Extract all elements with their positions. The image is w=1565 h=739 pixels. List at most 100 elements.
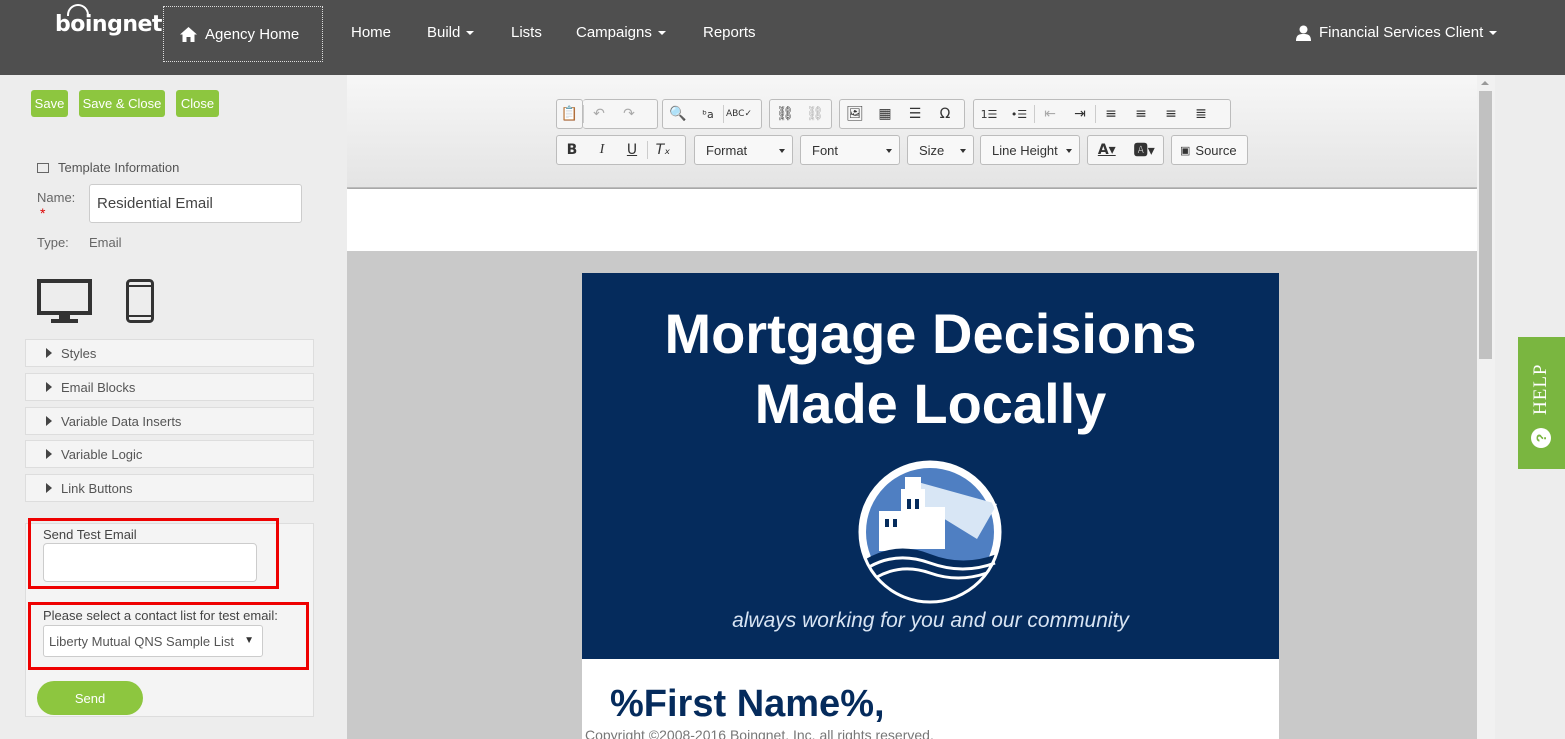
image-icon [37, 162, 49, 173]
find-group: 🔍 ᵇa ABC✓ [662, 99, 762, 129]
agency-home-label: Agency Home [205, 25, 300, 43]
nav-lists[interactable]: Lists [511, 24, 542, 41]
indent-icon[interactable]: ⇥ [1065, 100, 1095, 128]
accordion-variable-logic[interactable]: Variable Logic [25, 440, 314, 468]
name-label: Name: [37, 190, 76, 205]
test-email-input[interactable] [43, 543, 257, 582]
save-close-button[interactable]: Save & Close [79, 90, 165, 117]
justify-icon[interactable]: ≣ [1186, 100, 1216, 128]
email-banner: Mortgage Decisions Made Locally always w… [582, 273, 1279, 659]
line-height-dropdown[interactable]: Line Height [980, 135, 1080, 165]
template-info-heading: Template Information [37, 160, 179, 175]
close-button[interactable]: Close [176, 90, 219, 117]
agency-home-link[interactable]: Agency Home [163, 6, 323, 62]
italic-button[interactable]: I [587, 136, 617, 164]
paste-word-icon[interactable]: 📋 [557, 100, 582, 128]
user-menu[interactable]: Financial Services Client [1296, 24, 1498, 41]
horizontal-rule-icon[interactable]: ☰ [900, 100, 930, 128]
scrollbar-thumb[interactable] [1479, 91, 1492, 359]
underline-button[interactable]: U [617, 136, 647, 164]
desktop-view-icon[interactable] [37, 279, 92, 323]
email-greeting: %First Name%, [610, 683, 885, 725]
email-tagline: always working for you and our community [732, 609, 1129, 632]
paragraph-group: 1☰ •☰ ⇤ ⇥ ≡ ≡ ≡ ≣ [973, 99, 1231, 129]
link-icon[interactable]: ⛓ [770, 100, 800, 128]
editor-toolbar: 📋 ↶ ↷ 🔍 ᵇa ABC✓ ⛓ ⛓ 🖼 ▦ ☰ Ω 1☰ •☰ ⇤ ⇥ ≡ … [347, 75, 1477, 188]
table-icon[interactable]: ▦ [870, 100, 900, 128]
caret-right-icon [46, 416, 52, 426]
scroll-up-icon[interactable] [1481, 81, 1489, 85]
accordion-variable-data-inserts[interactable]: Variable Data Inserts [25, 407, 314, 435]
caret-right-icon [46, 449, 52, 459]
left-panel: Save Save & Close Close Template Informa… [0, 75, 347, 739]
caret-down-icon [1489, 30, 1498, 35]
nav-campaigns[interactable]: Campaigns [576, 24, 666, 41]
caret-down-icon [466, 30, 475, 35]
help-tab[interactable]: HELP ? [1518, 337, 1565, 469]
align-center-icon[interactable]: ≡ [1126, 100, 1156, 128]
paste-group: 📋 [556, 99, 583, 129]
caret-right-icon [46, 483, 52, 493]
size-dropdown[interactable]: Size [907, 135, 974, 165]
copyright-text: Copyright ©2008-2016 Boingnet, Inc. all … [585, 727, 934, 739]
undo-icon[interactable]: ↶ [584, 100, 614, 128]
basic-styles-group: B I U Tₓ [556, 135, 686, 165]
accordion-styles[interactable]: Styles [25, 339, 314, 367]
align-left-icon[interactable]: ≡ [1096, 100, 1126, 128]
contact-list-select[interactable]: Liberty Mutual QNS Sample List ▼ [43, 625, 263, 657]
help-label: HELP [1530, 363, 1551, 416]
text-color-icon[interactable]: A▾ [1088, 136, 1126, 164]
accordion-link-buttons[interactable]: Link Buttons [25, 474, 314, 502]
editor-scrollbar[interactable] [1477, 75, 1495, 739]
nav-reports[interactable]: Reports [703, 24, 756, 41]
font-dropdown[interactable]: Font [800, 135, 900, 165]
mobile-view-icon[interactable] [126, 279, 154, 323]
email-preview: Mortgage Decisions Made Locally always w… [582, 273, 1279, 739]
align-right-icon[interactable]: ≡ [1156, 100, 1186, 128]
lighthouse-logo [858, 460, 1002, 605]
email-editor: 📋 ↶ ↷ 🔍 ᵇa ABC✓ ⛓ ⛓ 🖼 ▦ ☰ Ω 1☰ •☰ ⇤ ⇥ ≡ … [347, 75, 1477, 739]
caret-right-icon [46, 348, 52, 358]
save-button[interactable]: Save [31, 90, 68, 117]
unlink-icon[interactable]: ⛓ [800, 100, 830, 128]
remove-format-icon[interactable]: Tₓ [648, 136, 678, 164]
top-navbar: boingnet Agency Home Home Build Lists Ca… [0, 0, 1565, 75]
type-label: Type: [37, 235, 69, 250]
contact-list-label: Please select a contact list for test em… [43, 608, 278, 623]
user-icon [1296, 25, 1311, 41]
bulleted-list-icon[interactable]: •☰ [1004, 100, 1034, 128]
email-headline: Mortgage Decisions Made Locally [664, 302, 1197, 435]
template-name-input[interactable]: Residential Email [89, 184, 302, 223]
dropdown-arrow-icon: ▼ [244, 635, 254, 646]
spellcheck-icon[interactable]: ABC✓ [724, 100, 754, 128]
bold-button[interactable]: B [557, 136, 587, 164]
image-insert-icon[interactable]: 🖼 [840, 100, 870, 128]
caret-right-icon [46, 382, 52, 392]
find-icon[interactable]: 🔍 [663, 100, 693, 128]
redo-icon[interactable]: ↷ [614, 100, 644, 128]
numbered-list-icon[interactable]: 1☰ [974, 100, 1004, 128]
source-icon: ▣ [1180, 144, 1191, 157]
send-button[interactable]: Send [37, 681, 143, 715]
special-character-icon[interactable]: Ω [930, 100, 960, 128]
outdent-icon[interactable]: ⇤ [1035, 100, 1065, 128]
send-test-email-label: Send Test Email [43, 527, 137, 542]
accordion-email-blocks[interactable]: Email Blocks [25, 373, 314, 401]
insert-group: 🖼 ▦ ☰ Ω [839, 99, 965, 129]
undo-redo-group: ↶ ↷ [583, 99, 658, 129]
replace-icon[interactable]: ᵇa [693, 100, 723, 128]
type-value: Email [89, 235, 122, 250]
nav-home[interactable]: Home [351, 24, 391, 41]
background-color-icon[interactable]: 🅰▾ [1126, 136, 1164, 164]
home-icon [180, 26, 197, 42]
color-group: A▾ 🅰▾ [1087, 135, 1164, 165]
source-button[interactable]: ▣ Source [1171, 135, 1248, 165]
editor-top-area [347, 189, 1477, 251]
help-icon: ? [1531, 428, 1551, 448]
format-dropdown[interactable]: Format [694, 135, 793, 165]
required-marker: * [40, 205, 46, 221]
nav-build[interactable]: Build [427, 24, 475, 41]
logo[interactable]: boingnet [55, 4, 162, 37]
caret-down-icon [657, 30, 666, 35]
link-group: ⛓ ⛓ [769, 99, 832, 129]
